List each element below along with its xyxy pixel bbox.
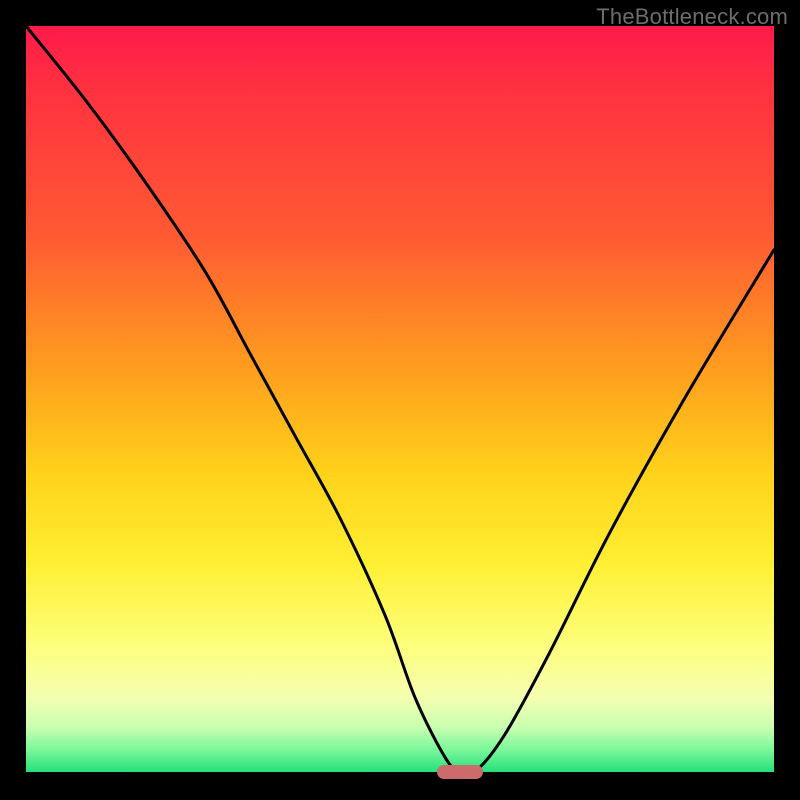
plot-area xyxy=(26,26,774,772)
optimal-marker xyxy=(437,765,483,779)
watermark-text: TheBottleneck.com xyxy=(596,4,788,30)
outer-frame: TheBottleneck.com xyxy=(0,0,800,800)
bottleneck-curve xyxy=(26,26,774,772)
curve-path xyxy=(26,26,774,775)
